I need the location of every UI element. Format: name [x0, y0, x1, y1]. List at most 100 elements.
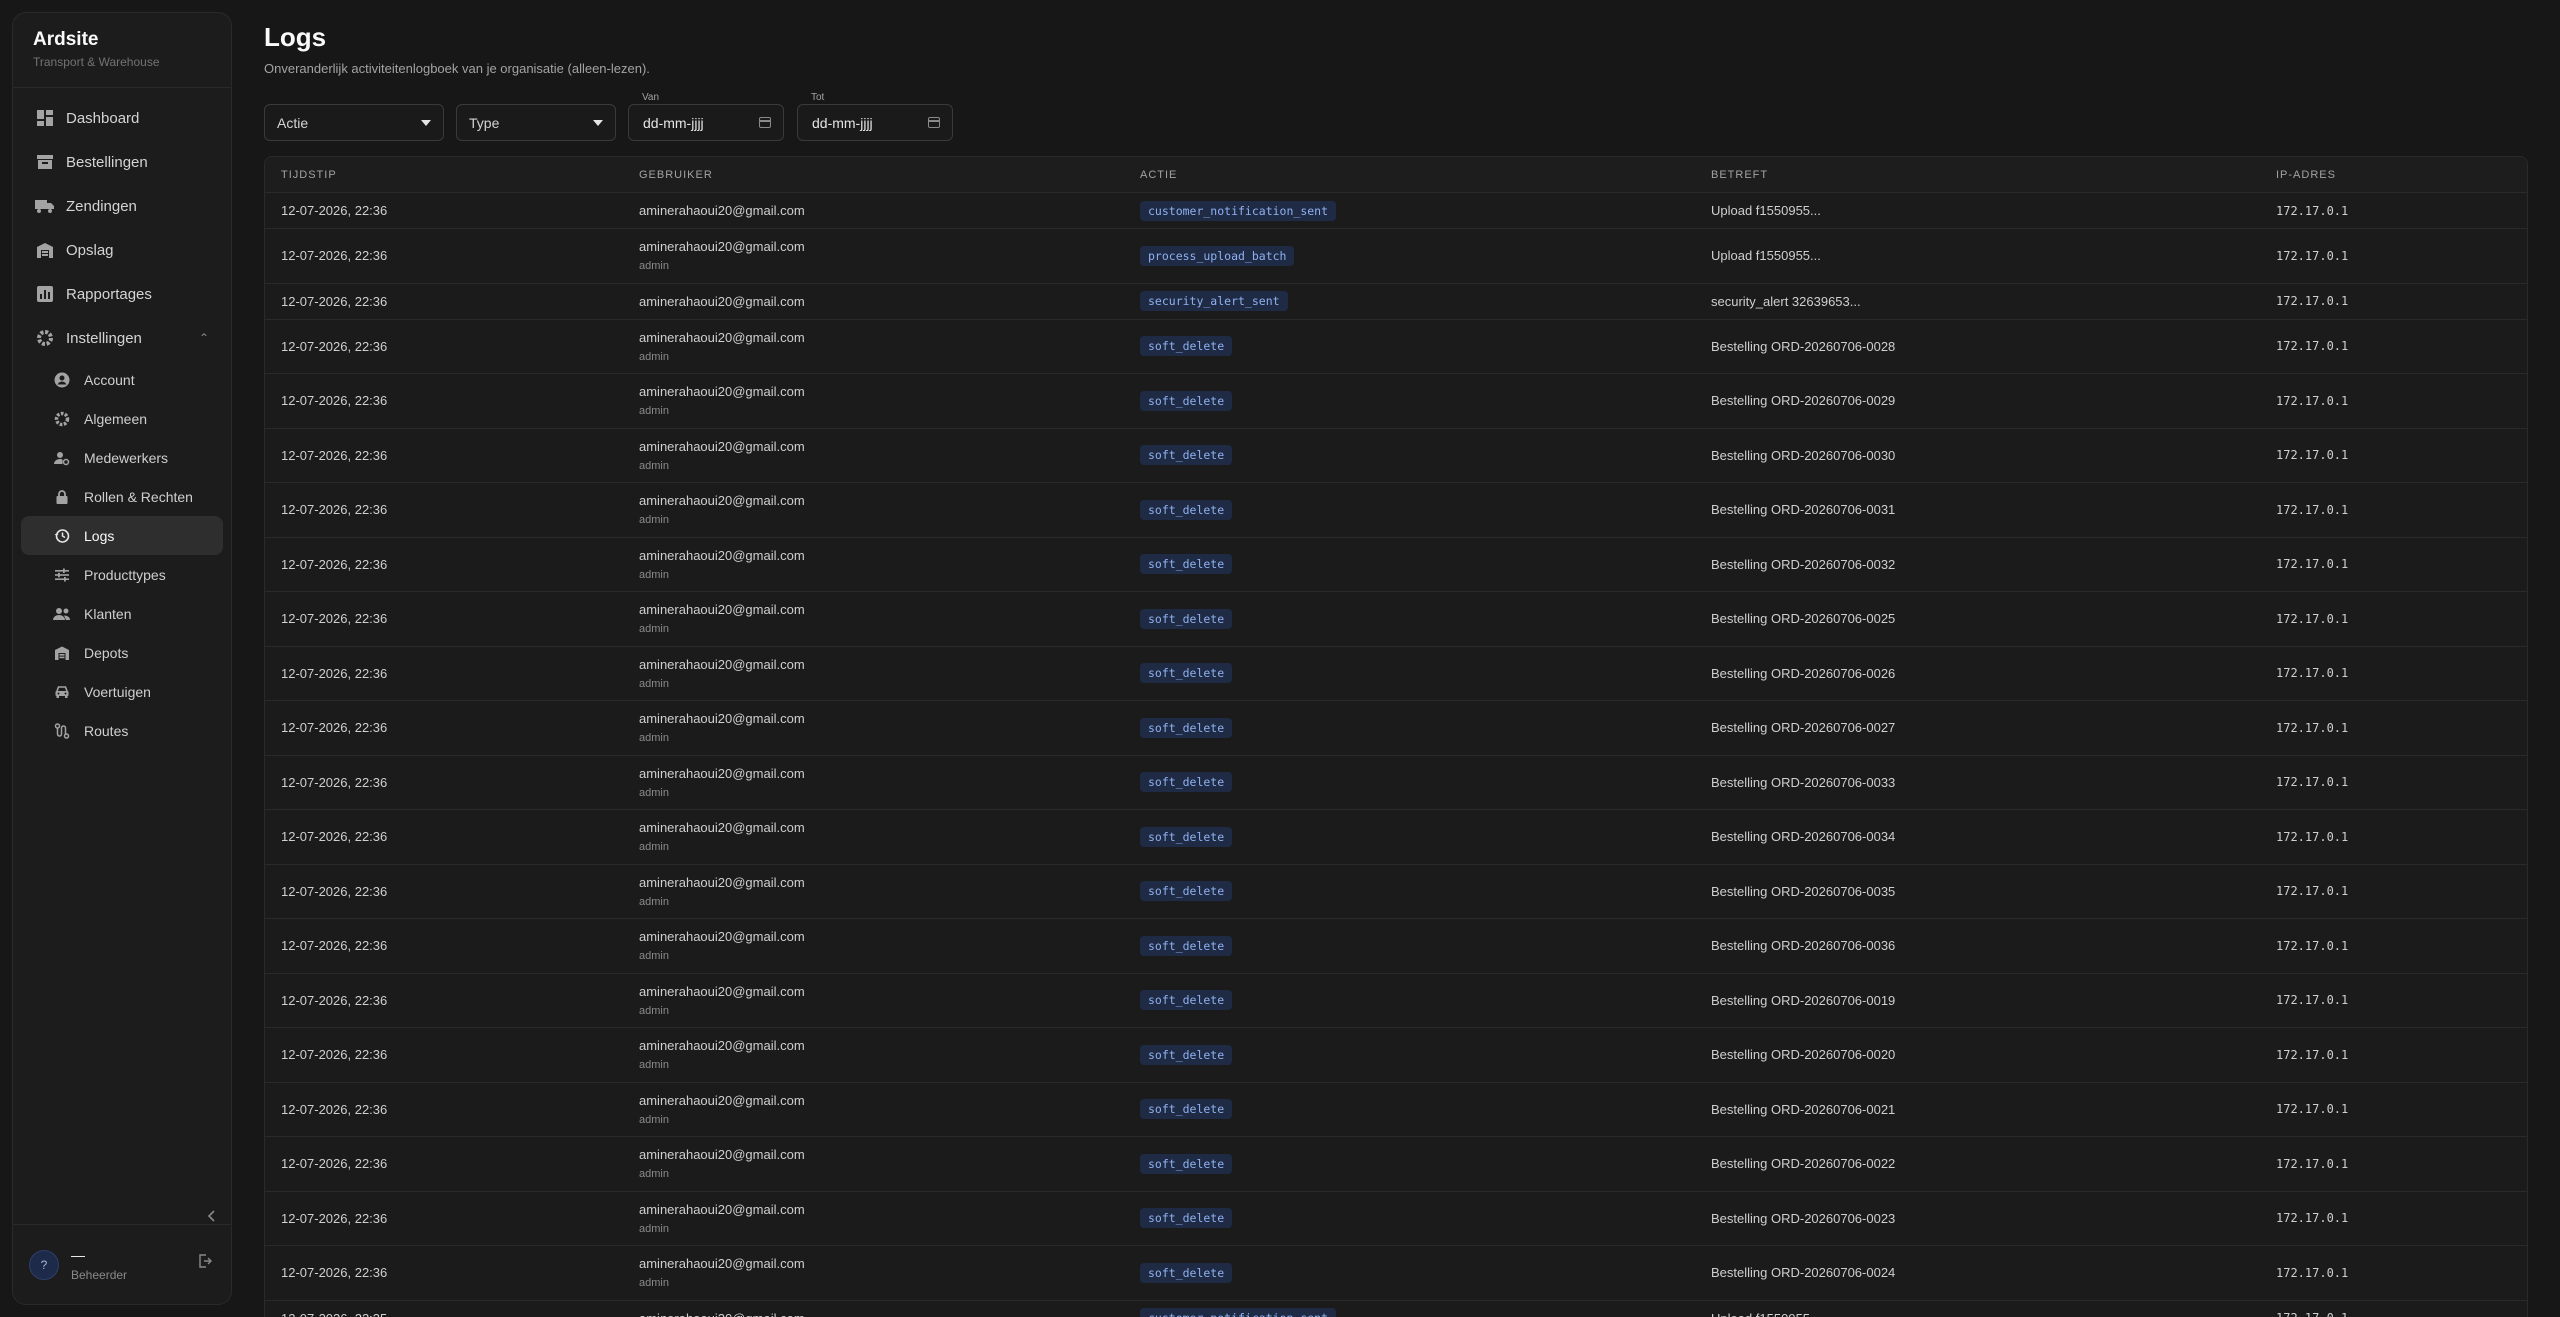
logout-button[interactable] — [197, 1253, 213, 1274]
timestamp-cell: 12-07-2026, 22:36 — [281, 293, 388, 309]
table-row[interactable]: 12-07-2026, 22:36 aminerahaoui20@gmail.co… — [265, 320, 2527, 374]
caret-down-icon — [593, 120, 603, 126]
collapse-sidebar-button[interactable] — [207, 1209, 217, 1225]
subject-cell: Bestelling ORD-20260706-0030 — [1711, 447, 1896, 463]
ip-cell: 172.17.0.1 — [2276, 1311, 2348, 1317]
table-row[interactable]: 12-07-2026, 22:36 aminerahaoui20@gmail.co… — [265, 1246, 2527, 1301]
ip-cell: 172.17.0.1 — [2276, 248, 2349, 263]
table-row[interactable]: 12-07-2026, 22:35 aminerahaoui20@gmail.co… — [265, 1301, 2527, 1317]
action-cell: customer_notification_sent — [1140, 200, 1337, 221]
ip-cell: 172.17.0.1 — [2276, 1211, 2349, 1226]
action-badge: soft_delete — [1140, 499, 1233, 520]
timestamp-cell: 12-07-2026, 22:36 — [281, 611, 388, 627]
sidebar-item-label: Logs — [84, 527, 115, 544]
user-role: Beheerder — [71, 1268, 128, 1282]
timestamp-cell: 12-07-2026, 22:36 — [281, 992, 388, 1008]
table-row[interactable]: 12-07-2026, 22:36 aminerahaoui20@gmail.co… — [265, 1083, 2527, 1137]
sidebar-item-logs[interactable]: Logs — [21, 516, 223, 555]
user-cell: aminerahaoui20@gmail.com admin — [639, 820, 805, 853]
column-header-user[interactable]: GEBRUIKER — [639, 169, 713, 181]
table-row[interactable]: 12-07-2026, 22:36 aminerahaoui20@gmail.co… — [265, 374, 2527, 429]
user-email: aminerahaoui20@gmail.com — [639, 203, 805, 218]
sidebar-item-voertuigen[interactable]: Voertuigen — [21, 672, 223, 711]
timestamp-cell: 12-07-2026, 22:36 — [281, 1156, 388, 1172]
sidebar-item-depots[interactable]: Depots — [21, 633, 223, 672]
action-cell: soft_delete — [1140, 990, 1233, 1011]
sidebar-item-routes[interactable]: Routes — [21, 711, 223, 750]
nav-item-rapportages[interactable]: Rapportages — [21, 272, 223, 316]
sidebar-item-medewerkers[interactable]: Medewerkers — [21, 438, 223, 477]
table-row[interactable]: 12-07-2026, 22:36 aminerahaoui20@gmail.co… — [265, 193, 2527, 229]
nav-item-zendingen[interactable]: Zendingen — [21, 184, 223, 228]
user-cell: aminerahaoui20@gmail.com admin — [639, 657, 805, 690]
sidebar-item-algemeen[interactable]: Algemeen — [21, 399, 223, 438]
sidebar-item-label: Depots — [84, 644, 129, 661]
to-date-input[interactable]: dd-mm-jjjj — [797, 104, 953, 141]
user-cell: aminerahaoui20@gmail.com — [639, 294, 805, 309]
type-filter-select[interactable]: Type — [456, 104, 616, 141]
column-header-ip[interactable]: IP-ADRES — [2276, 169, 2336, 181]
table-row[interactable]: 12-07-2026, 22:36 aminerahaoui20@gmail.co… — [265, 865, 2527, 919]
sidebar-item-producttypes[interactable]: Producttypes — [21, 555, 223, 594]
history-icon — [53, 527, 71, 545]
action-badge: soft_delete — [1140, 1153, 1233, 1174]
subject-cell: Bestelling ORD-20260706-0027 — [1711, 720, 1896, 736]
action-badge: customer_notification_sent — [1140, 1308, 1337, 1317]
ip-cell: 172.17.0.1 — [2276, 938, 2349, 953]
nav-label: Bestellingen — [66, 153, 148, 171]
chart-icon — [35, 284, 55, 304]
sidebar-item-label: Routes — [84, 722, 129, 739]
calendar-icon[interactable] — [928, 117, 940, 128]
column-header-subject[interactable]: BETREFT — [1711, 169, 1768, 181]
table-row[interactable]: 12-07-2026, 22:36 aminerahaoui20@gmail.co… — [265, 1137, 2527, 1192]
column-header-timestamp[interactable]: TIJDSTIP — [281, 169, 337, 181]
calendar-icon[interactable] — [759, 117, 771, 128]
chevron-up-icon[interactable]: ⌃ — [199, 331, 209, 345]
subject-cell: Bestelling ORD-20260706-0032 — [1711, 556, 1896, 572]
sidebar-item-account[interactable]: Account — [21, 360, 223, 399]
user-email: aminerahaoui20@gmail.com — [639, 1201, 805, 1217]
user-cell: aminerahaoui20@gmail.com admin — [639, 548, 805, 581]
sidebar-item-klanten[interactable]: Klanten — [21, 594, 223, 633]
table-row[interactable]: 12-07-2026, 22:36 aminerahaoui20@gmail.co… — [265, 483, 2527, 538]
table-row[interactable]: 12-07-2026, 22:36 aminerahaoui20@gmail.co… — [265, 974, 2527, 1028]
table-row[interactable]: 12-07-2026, 22:36 aminerahaoui20@gmail.co… — [265, 919, 2527, 974]
nav-item-opslag[interactable]: Opslag — [21, 228, 223, 272]
ip-cell: 172.17.0.1 — [2276, 339, 2349, 354]
sidebar-item-rollen-rechten[interactable]: Rollen & Rechten — [21, 477, 223, 516]
table-row[interactable]: 12-07-2026, 22:36 aminerahaoui20@gmail.co… — [265, 538, 2527, 592]
nav-item-instellingen[interactable]: Instellingen ⌃ — [21, 316, 223, 360]
column-header-action[interactable]: ACTIE — [1140, 169, 1177, 181]
user-role-label: admin — [639, 1059, 669, 1072]
action-badge: security_alert_sent — [1140, 291, 1288, 311]
nav-label: Dashboard — [66, 109, 140, 127]
nav-item-dashboard[interactable]: Dashboard — [21, 96, 223, 140]
timestamp-cell: 12-07-2026, 22:36 — [281, 393, 388, 409]
table-row[interactable]: 12-07-2026, 22:36 aminerahaoui20@gmail.co… — [265, 701, 2527, 756]
table-row[interactable]: 12-07-2026, 22:36 aminerahaoui20@gmail.co… — [265, 1028, 2527, 1083]
table-row[interactable]: 12-07-2026, 22:36 aminerahaoui20@gmail.co… — [265, 592, 2527, 647]
table-row[interactable]: 12-07-2026, 22:36 aminerahaoui20@gmail.co… — [265, 429, 2527, 483]
avatar[interactable]: ? — [29, 1249, 59, 1280]
table-row[interactable]: 12-07-2026, 22:36 aminerahaoui20@gmail.co… — [265, 1192, 2527, 1246]
action-cell: soft_delete — [1140, 390, 1233, 411]
action-filter-select[interactable]: Actie — [264, 104, 444, 141]
user-cell: aminerahaoui20@gmail.com — [639, 203, 805, 218]
subject-cell: Bestelling ORD-20260706-0033 — [1711, 774, 1896, 790]
table-row[interactable]: 12-07-2026, 22:36 aminerahaoui20@gmail.co… — [265, 756, 2527, 810]
subject-cell: Upload f1550955... — [1711, 203, 1821, 218]
timestamp-cell: 12-07-2026, 22:36 — [281, 203, 388, 218]
table-row[interactable]: 12-07-2026, 22:36 aminerahaoui20@gmail.co… — [265, 284, 2527, 320]
table-row[interactable]: 12-07-2026, 22:36 aminerahaoui20@gmail.co… — [265, 810, 2527, 865]
user-email: aminerahaoui20@gmail.com — [639, 656, 805, 672]
caret-down-icon — [421, 120, 431, 126]
action-cell: soft_delete — [1140, 608, 1233, 629]
from-date-input[interactable]: dd-mm-jjjj — [628, 104, 784, 141]
nav-item-bestellingen[interactable]: Bestellingen — [21, 140, 223, 184]
user-cell: aminerahaoui20@gmail.com admin — [639, 602, 805, 635]
sidebar-item-label: Klanten — [84, 605, 132, 622]
table-row[interactable]: 12-07-2026, 22:36 aminerahaoui20@gmail.co… — [265, 229, 2527, 284]
user-cell: aminerahaoui20@gmail.com admin — [639, 384, 805, 417]
table-row[interactable]: 12-07-2026, 22:36 aminerahaoui20@gmail.co… — [265, 647, 2527, 701]
sidebar-item-label: Algemeen — [84, 410, 148, 427]
